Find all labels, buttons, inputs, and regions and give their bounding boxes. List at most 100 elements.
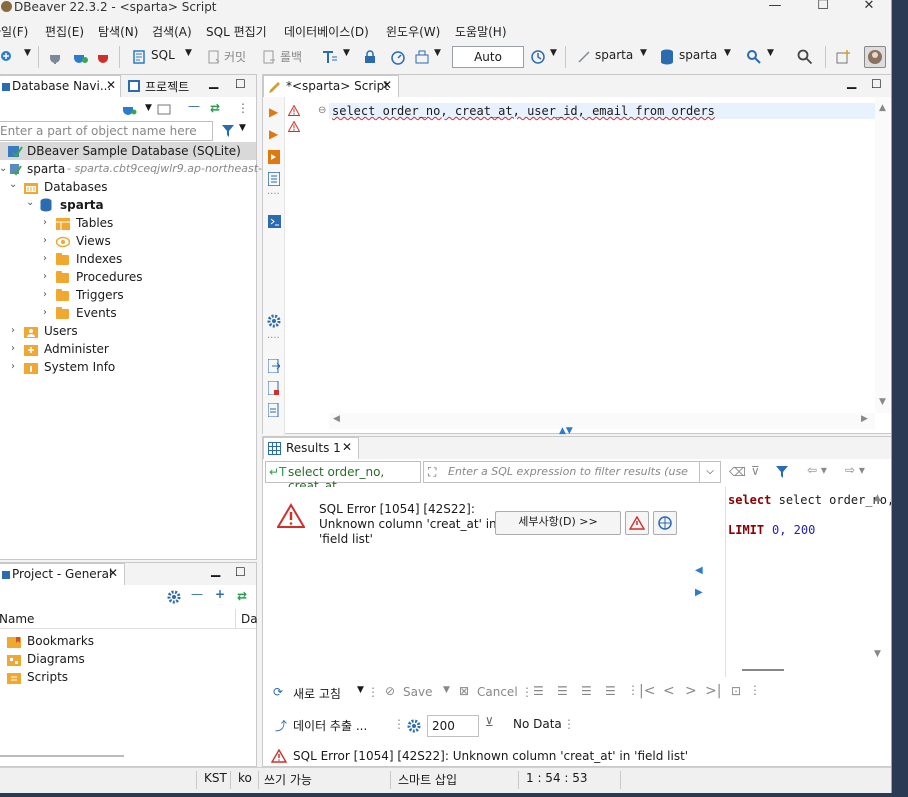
procedures-expand-icon[interactable]: › <box>43 268 47 286</box>
close-script-tab-icon[interactable]: ✕ <box>382 78 392 92</box>
transaction-log-dropdown-icon[interactable]: ▼ <box>434 48 441 58</box>
minimize-button[interactable]: — <box>752 0 798 18</box>
first-page-icon[interactable]: |< <box>639 683 655 699</box>
query-preview-box[interactable]: ↵T select order_no, creat_at <box>265 461 421 493</box>
close-results-tab-icon[interactable]: ✕ <box>342 440 352 454</box>
new-folder-icon[interactable] <box>157 102 173 119</box>
collapse-all-icon[interactable]: — <box>188 99 200 113</box>
connection-dropdown-icon[interactable]: ▼ <box>640 48 647 58</box>
close-project-tab-icon[interactable]: ✕ <box>108 566 118 580</box>
filter-back-icon[interactable]: ⇦ ▾ <box>807 463 827 477</box>
close-window-button[interactable]: ✕ <box>846 0 891 18</box>
events-expand-icon[interactable]: › <box>43 304 47 322</box>
sql-editor-icon[interactable] <box>132 50 146 67</box>
maximize-navigator-icon[interactable]: ☐ <box>235 77 246 91</box>
tab-sparta-script[interactable]: *<sparta> Script ✕ <box>263 75 399 97</box>
expand-filter-icon[interactable]: ⛶ <box>428 465 436 480</box>
project-collapse-icon[interactable]: — <box>191 587 203 601</box>
system-info-expand-icon[interactable]: › <box>11 358 15 376</box>
details-button[interactable]: 세부사항(D) >> <box>495 511 621 535</box>
add-row-icon[interactable]: ☰ <box>557 684 568 698</box>
lock-icon[interactable] <box>364 50 376 67</box>
filter-settings-icon[interactable] <box>775 465 789 482</box>
refresh-icon[interactable]: ⟳ <box>273 685 283 699</box>
reconnect-icon[interactable] <box>72 50 88 67</box>
menu-file[interactable]: 파일(F) <box>0 23 28 40</box>
save-icon[interactable]: ⊘ <box>385 684 395 698</box>
scroll-down-icon[interactable]: ▼ <box>879 397 886 407</box>
triggers-expand-icon[interactable]: › <box>43 286 47 304</box>
export-script-icon[interactable] <box>267 358 281 376</box>
tab-results-1[interactable]: Results 1 ✕ <box>263 437 359 459</box>
avatar-icon[interactable] <box>864 46 886 68</box>
database-dropdown-icon[interactable]: ▼ <box>724 48 731 58</box>
indexes-expand-icon[interactable]: › <box>43 250 47 268</box>
import-script-icon[interactable] <box>267 380 280 398</box>
new-connection-icon[interactable] <box>0 50 12 62</box>
menu-search[interactable]: 검색(A) <box>152 23 192 40</box>
filter-forward-icon[interactable]: ⇨ ▾ <box>845 463 865 477</box>
search-icon[interactable] <box>797 49 813 68</box>
project-col-name[interactable]: Name <box>0 612 34 626</box>
execute-statement-icon[interactable]: ▶ <box>269 105 278 119</box>
commit-button[interactable]: 커밋 <box>224 48 246 65</box>
minimize-project-icon[interactable]: ▁ <box>211 563 220 577</box>
transaction-dropdown-icon[interactable]: ▼ <box>343 48 350 58</box>
refresh-button[interactable]: 새로 고침 <box>293 685 341 702</box>
tab-project[interactable]: 프로젝트 <box>145 78 189 95</box>
filter-clear-icon[interactable]: ⊽ <box>751 464 760 478</box>
editor-vertical-scrollbar[interactable]: ▲ ▼ <box>875 97 891 413</box>
terminal-icon[interactable] <box>268 215 281 231</box>
menu-sql-editor[interactable]: SQL 편집기 <box>206 23 267 40</box>
connect-icon[interactable] <box>48 50 62 67</box>
export-icon[interactable]: ⤴ <box>275 717 287 734</box>
dashboard-icon[interactable] <box>390 49 406 68</box>
minimize-navigator-icon[interactable]: ▁ <box>209 75 218 89</box>
prev-page-icon[interactable]: < <box>663 683 675 699</box>
save-button[interactable]: Save <box>403 685 432 699</box>
fetch-settings-icon[interactable] <box>407 719 421 736</box>
cancel-icon[interactable]: ⊠ <box>459 684 469 698</box>
commit-mode-box[interactable]: Auto <box>452 46 524 68</box>
editor-horizontal-scrollbar[interactable]: ◀ ▶ <box>329 413 875 429</box>
explain-plan-icon[interactable] <box>267 171 281 189</box>
results-filter-input[interactable]: ⛶ Enter a SQL expression to filter resul… <box>423 461 719 483</box>
disconnect-icon[interactable] <box>96 50 110 67</box>
maximize-project-icon[interactable]: ☐ <box>235 565 246 579</box>
erase-filter-icon[interactable]: ⌫ <box>729 465 746 479</box>
fold-icon[interactable]: ⊖ <box>318 105 326 116</box>
commit-icon[interactable] <box>207 50 221 67</box>
perspective-icon[interactable] <box>836 49 852 68</box>
minimize-editor-icon[interactable]: ▁ <box>847 75 856 89</box>
filter-icon[interactable] <box>221 124 237 141</box>
filter-dropdown-icon[interactable]: ▼ <box>239 123 246 133</box>
nav-new-dropdown-icon[interactable]: ▼ <box>145 103 152 113</box>
scroll-up-icon[interactable]: ▲ <box>879 103 886 113</box>
rollback-icon[interactable] <box>262 50 276 67</box>
sql-template-icon[interactable] <box>267 402 280 420</box>
query-scroll-up-icon[interactable]: ▲ <box>874 493 881 503</box>
navigator-filter-input[interactable]: Enter a part of object name here <box>0 121 213 141</box>
history-dropdown-icon[interactable]: ▼ <box>550 48 557 58</box>
maximize-editor-icon[interactable]: ☐ <box>871 77 882 91</box>
nav-menu-icon[interactable]: ⋮ <box>237 101 249 115</box>
fetch-all-icon[interactable]: ⊡ <box>731 684 741 698</box>
project-expand-icon[interactable]: + <box>215 587 225 601</box>
transaction-mode-icon[interactable] <box>322 49 338 68</box>
edit-row-icon[interactable]: ☰ <box>533 684 544 698</box>
editor-settings-icon[interactable] <box>267 314 281 331</box>
tables-expand-icon[interactable]: › <box>43 214 47 232</box>
find-dropdown-icon[interactable]: ▼ <box>767 48 774 58</box>
scroll-right-icon[interactable]: ▶ <box>861 414 868 424</box>
new-connection-dropdown-icon[interactable]: ▼ <box>24 48 31 58</box>
export-button[interactable]: 데이터 추출 ... <box>293 717 367 734</box>
menu-edit[interactable]: 편집(E) <box>45 23 84 40</box>
row-count-icon[interactable]: ⊻ <box>485 715 494 729</box>
menu-database[interactable]: 데이터베이스(D) <box>284 23 369 40</box>
project-settings-icon[interactable] <box>167 590 181 607</box>
link-with-editor-icon[interactable]: ⇄ <box>210 101 220 115</box>
tab-project-general[interactable]: Project - General ✕ <box>0 563 125 585</box>
maximize-button[interactable]: ☐ <box>800 0 846 18</box>
sash-toggle-icon[interactable]: ▲▼ <box>559 426 573 436</box>
project-link-icon[interactable]: ⇄ <box>237 589 247 603</box>
